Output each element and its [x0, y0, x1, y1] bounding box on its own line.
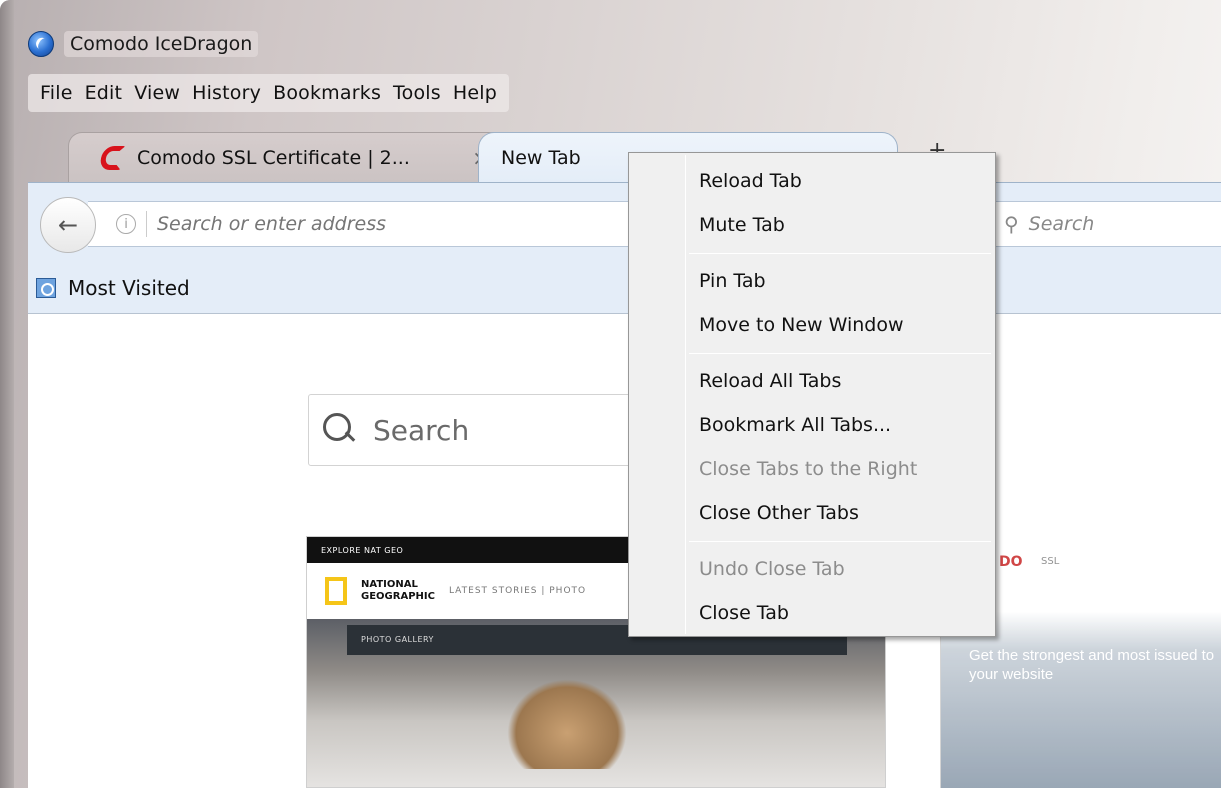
- icedragon-logo-icon[interactable]: [28, 31, 54, 57]
- url-separator: [146, 211, 147, 237]
- menu-bookmarks[interactable]: Bookmarks: [267, 82, 387, 104]
- tab-strip: Comodo SSL Certificate | 2... × New Tab …: [28, 124, 1221, 182]
- toolbar-search-placeholder: Search: [1028, 213, 1095, 235]
- menu-tools[interactable]: Tools: [387, 82, 447, 104]
- tab-label: New Tab: [501, 146, 581, 169]
- menu-item-close-other-tabs[interactable]: Close Other Tabs: [699, 491, 979, 535]
- bookmarks-toolbar: Most Visited: [28, 262, 1221, 314]
- comodo-tagline: Get the strongest and most issued to you…: [969, 647, 1215, 683]
- menu-icon-gutter: [685, 155, 686, 634]
- menu-file[interactable]: File: [34, 82, 79, 104]
- menu-item-undo-close-tab: Undo Close Tab: [699, 558, 845, 580]
- menu-bar: File Edit View History Bookmarks Tools H…: [28, 74, 509, 112]
- page-search-placeholder: Search: [373, 413, 470, 447]
- menu-edit[interactable]: Edit: [79, 82, 129, 104]
- window-frame-edge: [0, 0, 14, 788]
- natgeo-photo: PHOTO GALLERY: [307, 619, 885, 787]
- browser-window: Comodo IceDragon File Edit View History …: [0, 0, 1221, 788]
- address-input[interactable]: [157, 213, 597, 235]
- comodo-logo-text: DO: [999, 554, 1023, 570]
- natgeo-logo-icon: [325, 577, 347, 605]
- menu-item-pin-tab[interactable]: Pin Tab: [699, 259, 979, 303]
- menu-item-bookmark-all-tabs[interactable]: Bookmark All Tabs...: [699, 403, 979, 447]
- menu-item-reload-tab[interactable]: Reload Tab: [699, 159, 979, 203]
- natgeo-nav: LATEST STORIES | PHOTO: [448, 586, 587, 596]
- menu-history[interactable]: History: [186, 82, 267, 104]
- menu-help[interactable]: Help: [447, 82, 503, 104]
- comodo-favicon-icon: [98, 145, 126, 170]
- natgeo-logo-text: NATIONAL GEOGRAPHIC: [361, 579, 435, 602]
- menu-item-close-tabs-right: Close Tabs to the Right: [699, 458, 918, 480]
- menu-separator: [689, 541, 991, 542]
- back-arrow-icon: ←: [57, 211, 79, 239]
- menu-separator: [689, 253, 991, 254]
- site-info-icon[interactable]: i: [116, 214, 136, 234]
- title-bar: Comodo IceDragon: [28, 24, 259, 64]
- navigation-toolbar: i ← ⚲ Search: [28, 182, 1221, 262]
- new-tab-page: Search EXPLORE NAT GEO NATIONAL GEOGRAPH…: [28, 314, 1221, 788]
- most-visited-icon: [36, 277, 56, 298]
- natgeo-explore-text: EXPLORE NAT GEO: [321, 545, 404, 555]
- menu-item-reload-all-tabs[interactable]: Reload All Tabs: [699, 359, 979, 403]
- lion-cub-image: [507, 679, 627, 769]
- ssl-label: SSL: [1041, 556, 1060, 567]
- address-bar[interactable]: i: [88, 201, 688, 247]
- search-icon: ⚲: [1004, 212, 1019, 236]
- menu-separator: [689, 353, 991, 354]
- tab-comodo-ssl[interactable]: Comodo SSL Certificate | 2... ×: [68, 132, 508, 182]
- search-icon: [323, 413, 357, 447]
- tab-context-menu: Reload Tab Mute Tab Pin Tab Move to New …: [628, 152, 996, 637]
- menu-view[interactable]: View: [128, 82, 186, 104]
- back-button[interactable]: ←: [40, 197, 96, 253]
- tab-label: Comodo SSL Certificate | 2...: [137, 146, 410, 169]
- menu-item-close-tab[interactable]: Close Tab: [699, 591, 979, 635]
- window-title: Comodo IceDragon: [64, 31, 259, 57]
- toolbar-search-box[interactable]: ⚲ Search: [993, 201, 1221, 247]
- menu-item-move-to-new-window[interactable]: Move to New Window: [699, 303, 979, 347]
- menu-item-mute-tab[interactable]: Mute Tab: [699, 203, 979, 247]
- bookmark-most-visited[interactable]: Most Visited: [68, 276, 190, 300]
- photo-gallery-label: PHOTO GALLERY: [361, 635, 434, 644]
